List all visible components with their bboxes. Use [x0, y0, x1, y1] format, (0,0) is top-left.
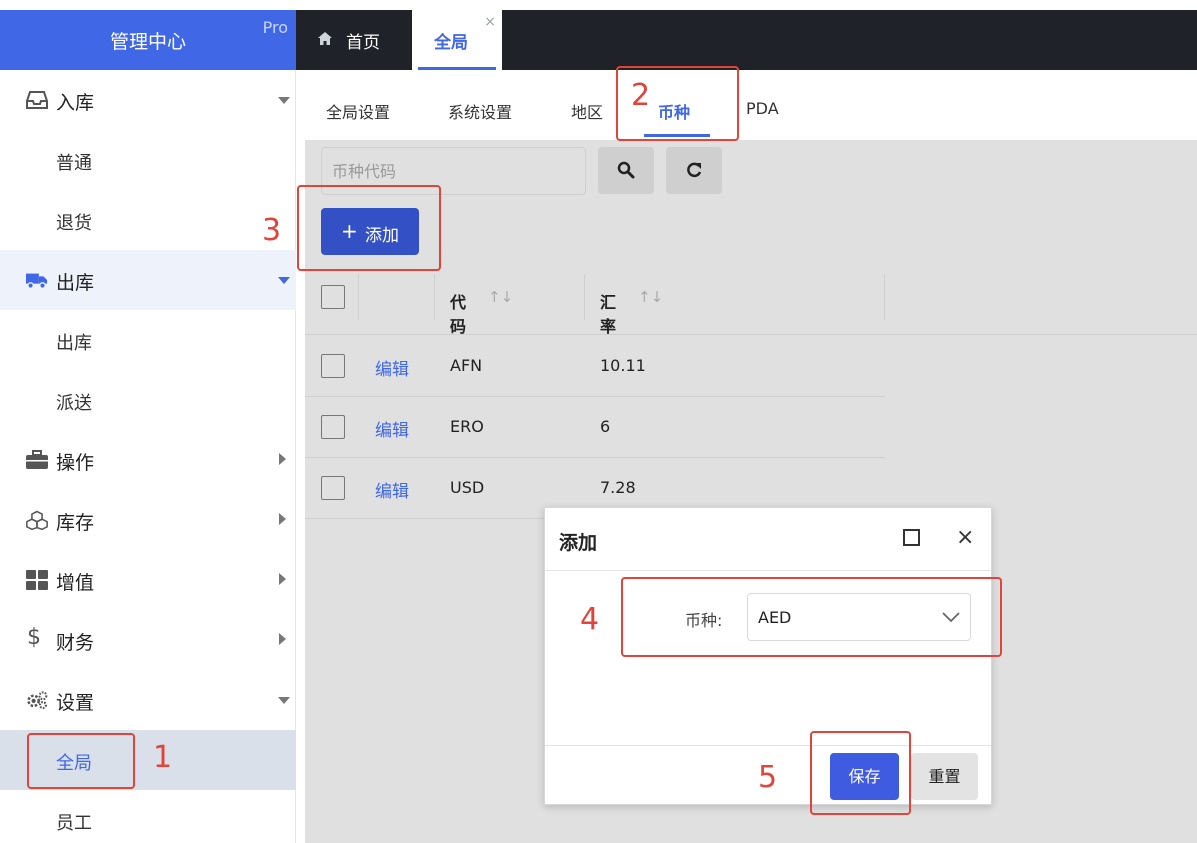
sidebar-item-delivery[interactable]: 派送 [0, 370, 296, 430]
table-row: 编辑 ERO 6 [305, 397, 885, 458]
exchange-rate-cell: 6 [600, 417, 611, 436]
edit-link[interactable]: 编辑 [375, 355, 409, 380]
sidebar-group-label: 操作 [56, 452, 95, 474]
dialog-header-divider [545, 570, 991, 571]
dialog-footer-divider [545, 745, 991, 746]
column-header-label: 代码 [450, 293, 467, 336]
sidebar-group-label: 库存 [56, 512, 95, 534]
top-tab-global-label: 全局 [434, 33, 468, 53]
sidebar-group-operation[interactable]: 操作 [0, 430, 296, 490]
grid-icon [26, 570, 48, 590]
brand-badge: Pro [262, 18, 288, 37]
sidebar-item-label: 员工 [56, 813, 92, 834]
gears-icon [27, 691, 48, 710]
sidebar-item-normal[interactable]: 普通 [0, 130, 296, 190]
annotation-box-1 [27, 733, 135, 789]
sidebar-item-label: 退货 [56, 213, 92, 234]
currency-code-cell: ERO [450, 417, 484, 436]
table-row: 编辑 AFN 10.11 [305, 336, 885, 397]
column-separator [434, 274, 435, 320]
maximize-icon[interactable] [903, 529, 920, 546]
column-separator [584, 274, 585, 320]
search-button[interactable] [598, 147, 654, 194]
row-checkbox[interactable] [321, 354, 345, 378]
briefcase-icon [26, 450, 48, 469]
sidebar-group-label: 出库 [56, 272, 95, 294]
chevron-right-icon [279, 513, 286, 525]
annotation-number-2: 2 [631, 78, 651, 113]
sidebar-item-label: 出库 [56, 333, 92, 354]
sidebar-group-settings[interactable]: 设置 [0, 670, 296, 730]
chevron-right-icon [279, 633, 286, 645]
chevron-right-icon [279, 453, 286, 465]
top-bar: 管理中心 Pro 首页 全局 × [0, 0, 1197, 70]
annotation-box-3 [297, 185, 441, 271]
annotation-number-4: 4 [580, 602, 600, 637]
close-icon[interactable]: × [956, 525, 974, 550]
column-separator [358, 274, 359, 320]
refresh-icon [687, 162, 702, 178]
row-checkbox[interactable] [321, 415, 345, 439]
annotation-box-5 [810, 731, 911, 815]
sidebar-group-label: 入库 [56, 92, 95, 114]
annotation-number-3: 3 [262, 213, 282, 248]
currency-code-cell: AFN [450, 356, 483, 375]
tab-system-settings[interactable]: 系统设置 [448, 99, 512, 123]
sort-icon[interactable]: ↑↓ [488, 288, 513, 306]
sidebar-item-label: 普通 [56, 153, 92, 174]
annotation-number-5: 5 [758, 760, 778, 795]
sidebar-item-staff[interactable]: 员工 [0, 790, 296, 843]
sidebar-item-return[interactable]: 退货 [0, 190, 296, 250]
tab-region[interactable]: 地区 [571, 99, 603, 123]
tab-pda[interactable]: PDA [746, 99, 779, 118]
column-separator [884, 274, 885, 320]
sidebar-item-outbound[interactable]: 出库 [0, 310, 296, 370]
exchange-rate-cell: 7.28 [600, 478, 636, 497]
exchange-rate-cell: 10.11 [600, 356, 646, 375]
sidebar-group-inbound[interactable]: 入库 [0, 70, 296, 130]
close-icon[interactable]: × [484, 14, 496, 30]
select-all-checkbox[interactable] [321, 285, 345, 309]
sidebar-group-outbound[interactable]: 出库 [0, 250, 296, 310]
dialog-title: 添加 [559, 532, 598, 554]
brand-area: 管理中心 Pro [0, 10, 296, 70]
sort-icon[interactable]: ↑↓ [638, 288, 663, 306]
truck-icon [26, 273, 48, 289]
reset-button[interactable]: 重置 [911, 753, 978, 800]
sidebar-group-value-added[interactable]: 增值 [0, 550, 296, 610]
chevron-down-icon [278, 697, 290, 704]
chevron-right-icon [279, 573, 286, 585]
currency-code-cell: USD [450, 478, 485, 497]
cubes-icon [26, 510, 48, 530]
table-header: 代码 ↑↓ 汇率 ↑↓ [305, 274, 1197, 336]
row-checkbox[interactable] [321, 476, 345, 500]
sidebar-group-label: 财务 [56, 632, 95, 654]
chevron-down-icon [278, 277, 290, 284]
edit-link[interactable]: 编辑 [375, 416, 409, 441]
annotation-number-1: 1 [153, 740, 173, 775]
sidebar-item-label: 派送 [56, 393, 92, 414]
active-tab-indicator [418, 67, 496, 70]
sidebar-group-finance[interactable]: $ 财务 [0, 610, 296, 670]
sidebar-group-label: 增值 [56, 572, 95, 594]
sidebar: 入库 普通 退货 出库 出库 派送 操作 库存 增值 $ 财务 设置 全局 员工 [0, 70, 296, 843]
sidebar-group-inventory[interactable]: 库存 [0, 490, 296, 550]
table-header-divider [305, 334, 1197, 335]
top-tab-global[interactable]: 全局 × [412, 10, 502, 70]
edit-link[interactable]: 编辑 [375, 477, 409, 502]
home-icon [318, 32, 332, 45]
inbox-icon [26, 91, 48, 109]
top-tab-home-label: 首页 [346, 33, 380, 53]
chevron-down-icon [278, 97, 290, 104]
brand-title: 管理中心 [109, 31, 186, 53]
search-icon [617, 161, 635, 179]
annotation-box-4 [621, 577, 1002, 657]
column-header-label: 汇率 [600, 293, 617, 336]
tab-global-settings[interactable]: 全局设置 [326, 99, 390, 123]
refresh-button[interactable] [666, 147, 722, 194]
sidebar-group-label: 设置 [56, 692, 95, 714]
dollar-icon: $ [27, 625, 41, 650]
settings-tabs: 全局设置 系统设置 地区 币种 PDA [305, 78, 1197, 140]
top-tab-home[interactable]: 首页 [300, 10, 410, 70]
